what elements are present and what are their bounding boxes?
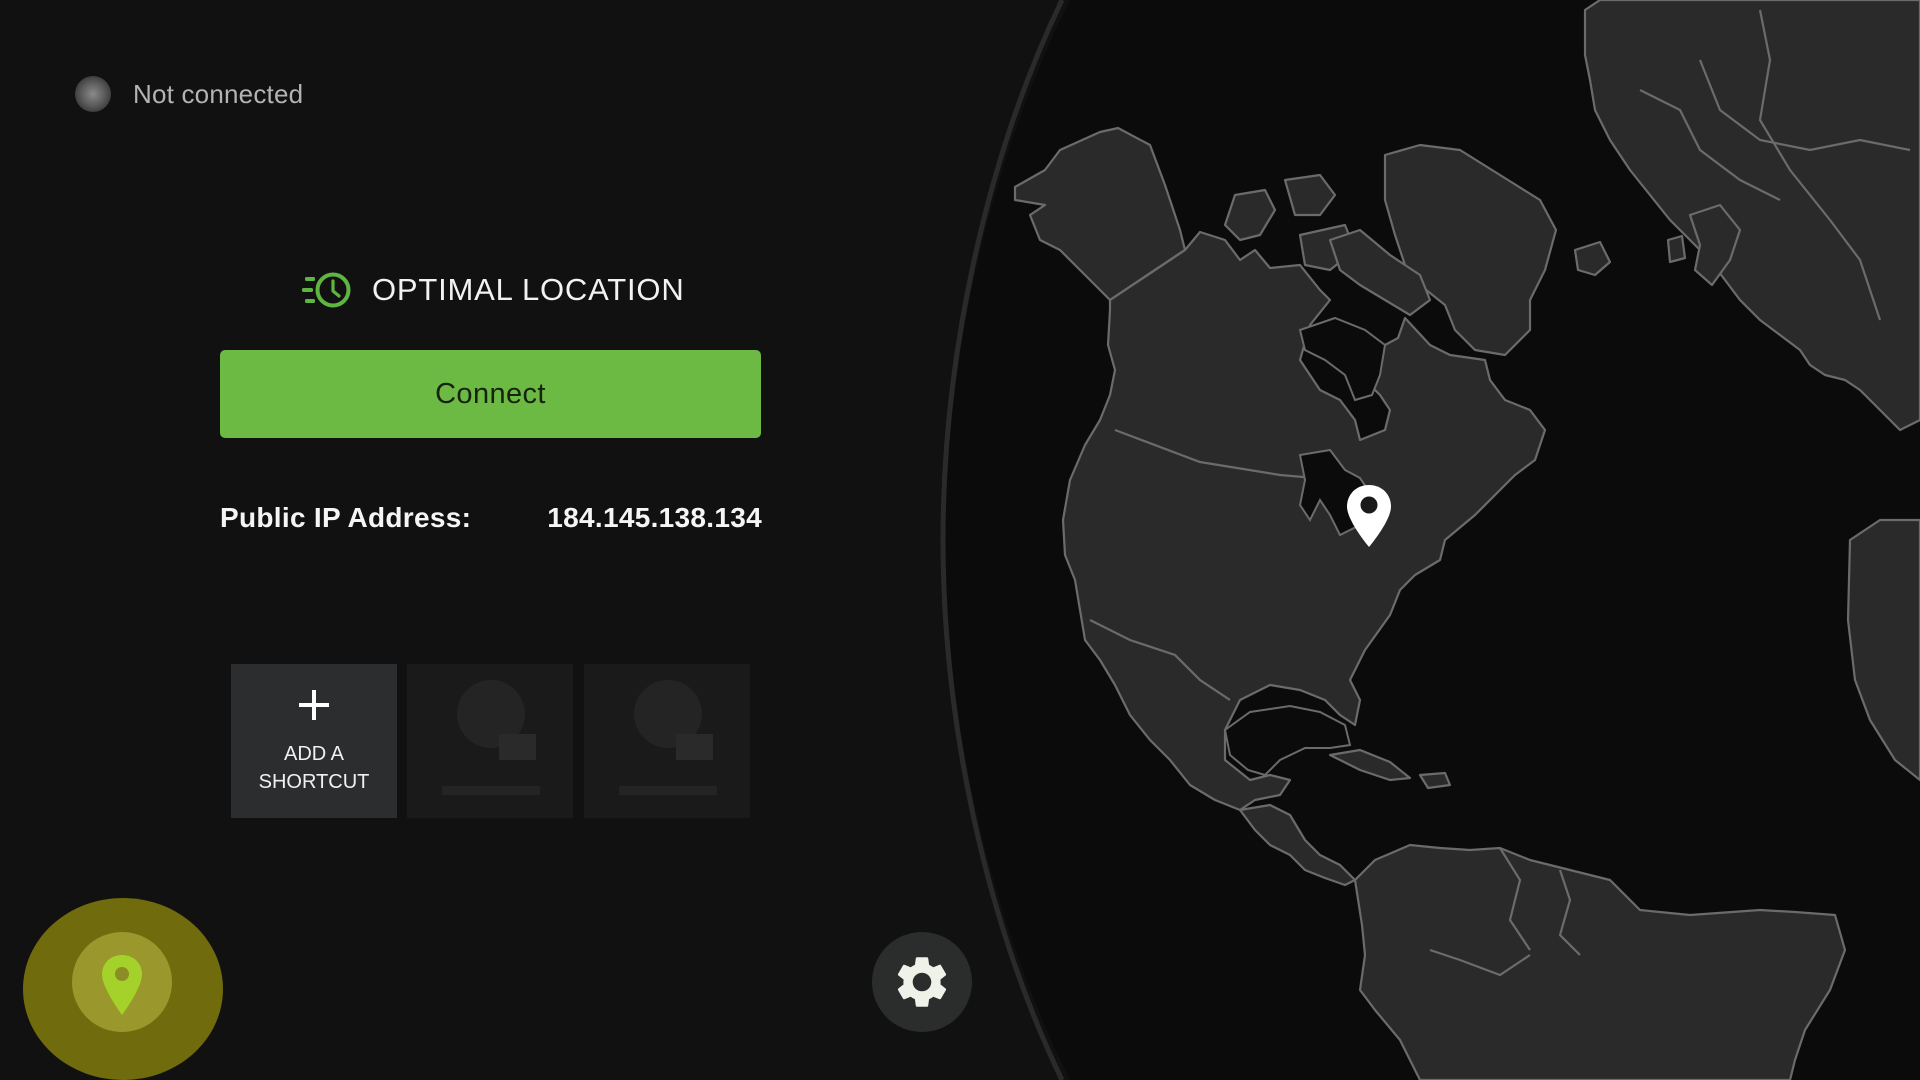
land-ireland — [1666, 234, 1687, 264]
world-map — [940, 0, 1920, 1080]
public-ip-value: 184.145.138.134 — [547, 502, 762, 533]
connection-status: Not connected — [75, 76, 303, 112]
shortcut-placeholder — [407, 664, 573, 818]
location-selector[interactable]: OPTIMAL LOCATION — [300, 268, 685, 312]
public-ip-row: Public IP Address: 184.145.138.134 — [220, 498, 762, 538]
placeholder-text-bar — [619, 786, 717, 795]
public-ip-label: Public IP Address: — [220, 502, 472, 533]
placeholder-text-bar — [442, 786, 540, 795]
settings-button[interactable] — [872, 932, 972, 1032]
placeholder-badge — [676, 734, 713, 760]
plus-icon — [299, 690, 329, 720]
location-label: OPTIMAL LOCATION — [372, 272, 685, 307]
status-text: Not connected — [133, 78, 304, 109]
speed-clock-icon — [302, 272, 351, 308]
add-shortcut-label: ADD A SHORTCUT — [231, 740, 397, 796]
status-indicator — [75, 76, 111, 112]
location-pin-icon — [102, 955, 142, 1015]
map-pin-icon — [1347, 485, 1391, 547]
add-shortcut-label-line2: SHORTCUT — [258, 771, 370, 793]
connect-button[interactable]: Connect — [220, 350, 761, 438]
placeholder-badge — [499, 734, 536, 760]
shortcut-placeholder — [584, 664, 750, 818]
gear-icon — [897, 957, 947, 1007]
add-shortcut-label-line1: ADD A — [283, 743, 345, 765]
locations-button[interactable] — [23, 898, 223, 1080]
add-shortcut-button[interactable]: ADD A SHORTCUT — [231, 664, 397, 818]
